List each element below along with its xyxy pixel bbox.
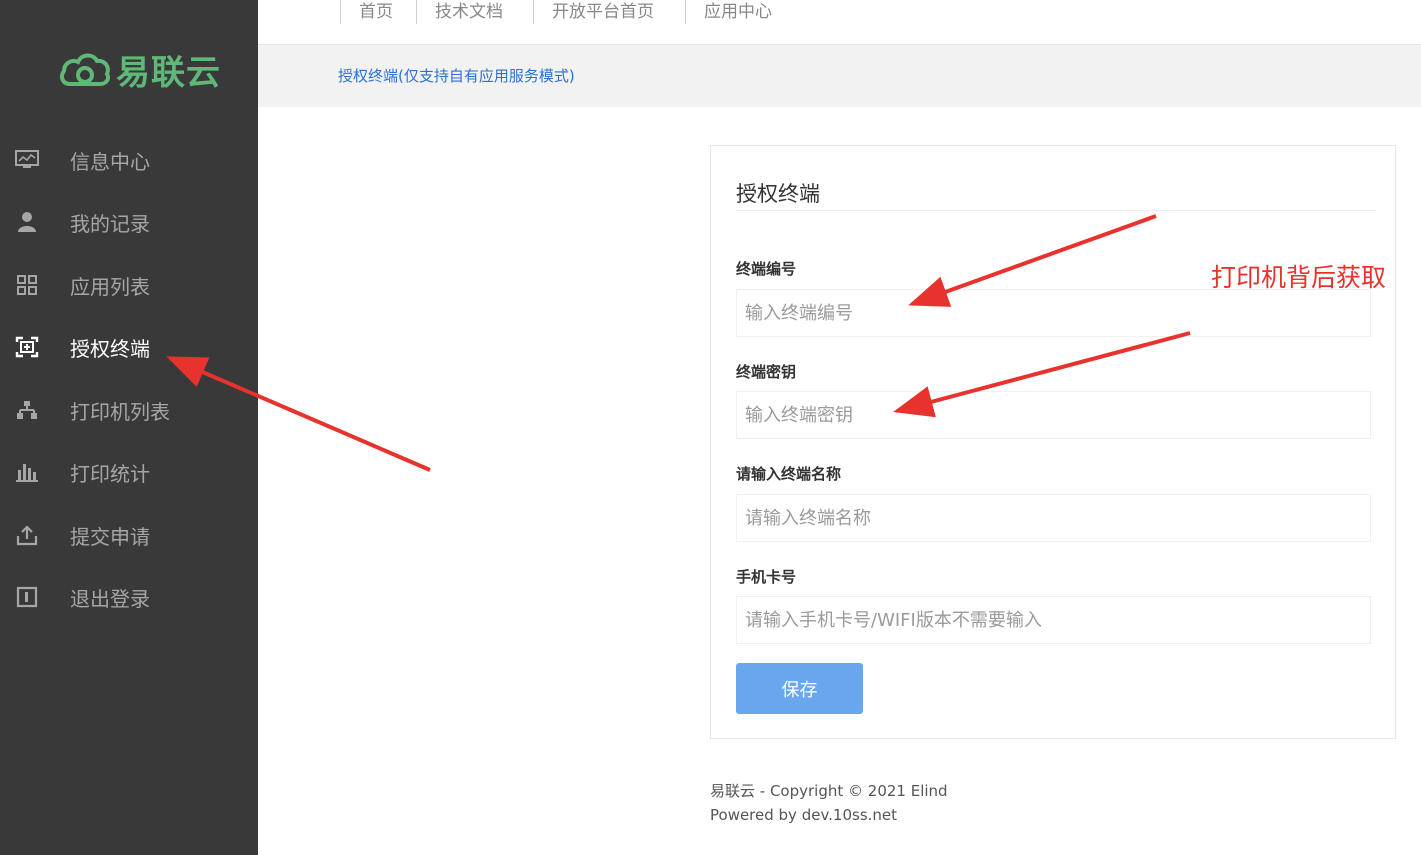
monitor-icon [14,147,40,173]
sidebar-item-print-stats[interactable]: 打印统计 [0,447,258,497]
topnav-docs-link[interactable]: 技术文档 [416,0,503,24]
card-title: 授权终端 [736,182,820,206]
terminal-key-input[interactable] [736,391,1371,439]
sidebar-item-logout[interactable]: 退出登录 [0,572,258,622]
terminal-icon [14,334,40,360]
sidebar-item-my-records[interactable]: 我的记录 [0,197,258,247]
brand-logo[interactable]: 易联云 [58,44,221,94]
sidebar-item-authorize-terminal[interactable]: 授权终端 [0,322,258,372]
topnav-home-link[interactable]: 首页 [340,0,393,24]
terminal-id-input[interactable] [736,289,1371,337]
topnav-app-center-link[interactable]: 应用中心 [685,0,772,24]
footer: 易联云 - Copyright © 2021 Elind Powered by … [710,779,948,827]
copyright-text: 易联云 - Copyright © 2021 Elind [710,782,948,800]
powered-by-text: Powered by dev.10ss.net [710,806,898,824]
annotation-note: 打印机背后获取 [1211,263,1387,292]
sidebar: 易联云 信息中心 我的记录 应用列表 授权终端 打印机列表 打印统计 提交申请 … [0,0,258,855]
bar-chart-icon [14,459,40,485]
cloud-logo-icon [60,53,111,86]
sidebar-item-label: 授权终端 [70,336,150,361]
phone-card-input[interactable] [736,596,1371,644]
authorize-terminal-card: 授权终端 终端编号 终端密钥 请输入终端名称 手机卡号 保存 [710,145,1396,739]
terminal-key-label: 终端密钥 [736,363,797,381]
sidebar-item-label: 我的记录 [70,211,150,236]
sitemap-icon [14,397,40,423]
sidebar-item-label: 打印机列表 [70,399,170,424]
breadcrumb-bar: 授权终端(仅支持自有应用服务模式) [258,45,1421,107]
sidebar-item-printer-list[interactable]: 打印机列表 [0,385,258,435]
sidebar-item-submit-application[interactable]: 提交申请 [0,510,258,560]
breadcrumb[interactable]: 授权终端(仅支持自有应用服务模式) [338,65,575,86]
logout-icon [14,584,40,610]
divider [736,210,1376,211]
sidebar-item-label: 打印统计 [70,461,150,486]
user-icon [14,209,40,235]
sidebar-item-label: 信息中心 [70,149,150,174]
top-navigation: 首页 技术文档 开放平台首页 应用中心 [258,0,1421,45]
sidebar-item-label: 退出登录 [70,586,150,611]
sidebar-item-label: 提交申请 [70,524,150,549]
sidebar-item-info-center[interactable]: 信息中心 [0,135,258,185]
brand-name: 易联云 [116,52,221,93]
sidebar-item-label: 应用列表 [70,274,150,299]
terminal-id-label: 终端编号 [736,260,797,278]
topnav-open-platform-link[interactable]: 开放平台首页 [533,0,654,24]
sidebar-item-app-list[interactable]: 应用列表 [0,260,258,310]
terminal-name-input[interactable] [736,494,1371,542]
terminal-name-label: 请输入终端名称 [736,465,842,483]
save-button[interactable]: 保存 [736,663,863,714]
phone-card-label: 手机卡号 [736,568,797,586]
upload-icon [14,522,40,548]
grid-icon [14,272,40,298]
